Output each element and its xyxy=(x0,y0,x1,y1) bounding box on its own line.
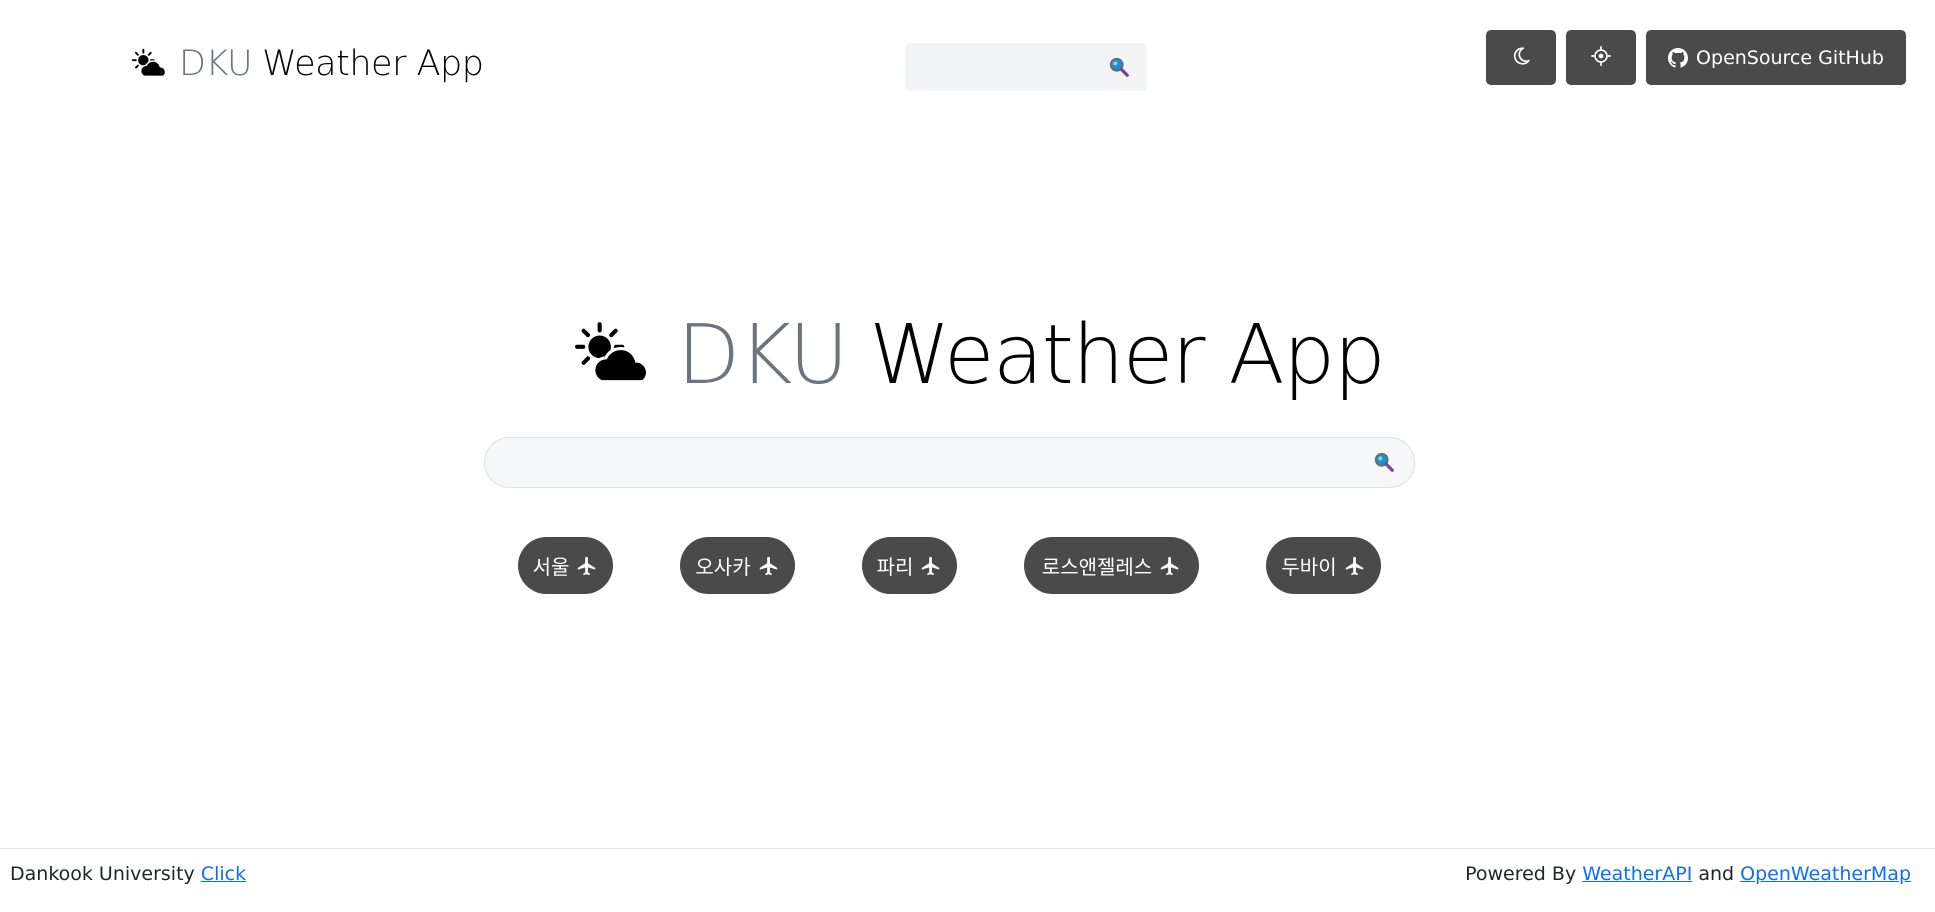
city-button-dubai[interactable]: 두바이 xyxy=(1266,537,1381,594)
hero-title-muted: DKU xyxy=(677,307,849,403)
github-button-label: OpenSource GitHub xyxy=(1696,46,1884,69)
city-label: 오사카 xyxy=(695,555,751,579)
footer-university-text: Dankook University xyxy=(10,863,195,885)
airplane-icon xyxy=(1159,555,1181,577)
footer: Dankook University Click Powered By Weat… xyxy=(0,848,1935,912)
github-button[interactable]: OpenSource GitHub xyxy=(1646,30,1906,85)
crosshair-icon xyxy=(1590,45,1612,71)
main-search-input[interactable] xyxy=(507,438,1351,489)
footer-click-link[interactable]: Click xyxy=(201,863,246,885)
current-location-button[interactable] xyxy=(1566,30,1636,85)
footer-right: Powered By WeatherAPI and OpenWeatherMap xyxy=(1465,863,1911,885)
city-button-los-angeles[interactable]: 로스앤젤레스 xyxy=(1024,537,1199,594)
magnifier-icon[interactable] xyxy=(1370,448,1398,476)
city-button-paris[interactable]: 파리 xyxy=(862,537,957,594)
city-label: 로스앤젤레스 xyxy=(1041,555,1153,579)
footer-left: Dankook University Click xyxy=(10,863,246,885)
github-icon xyxy=(1668,47,1689,68)
sun-behind-cloud-icon xyxy=(131,47,169,81)
moon-icon xyxy=(1510,45,1532,71)
hero-title-main: Weather App xyxy=(869,307,1386,403)
hero-title: DKU Weather App xyxy=(573,300,1386,410)
weather-app-page: DKU Weather App OpenSource GitHub DKU We… xyxy=(0,0,1935,912)
airplane-icon xyxy=(576,555,598,577)
header-search-input[interactable] xyxy=(917,43,1101,93)
city-label: 서울 xyxy=(532,555,570,579)
openweathermap-link[interactable]: OpenWeatherMap xyxy=(1740,863,1911,885)
city-button-seoul[interactable]: 서울 xyxy=(518,537,613,594)
footer-and-text: and xyxy=(1698,863,1735,885)
city-label: 파리 xyxy=(876,555,914,579)
weatherapi-link[interactable]: WeatherAPI xyxy=(1582,863,1692,885)
footer-powered-text: Powered By xyxy=(1465,863,1577,885)
magnifier-icon[interactable] xyxy=(1105,53,1133,81)
theme-toggle-button[interactable] xyxy=(1486,30,1556,85)
header-search-box xyxy=(905,43,1147,93)
header-brand[interactable]: DKU Weather App xyxy=(131,40,484,88)
main-search-box xyxy=(484,437,1415,489)
brand-main-text: Weather App xyxy=(262,44,484,84)
sun-behind-cloud-icon xyxy=(573,320,655,390)
airplane-icon xyxy=(758,555,780,577)
airplane-icon xyxy=(1344,555,1366,577)
city-button-osaka[interactable]: 오사카 xyxy=(680,537,795,594)
brand-muted-text: DKU xyxy=(179,44,253,84)
city-label: 두바이 xyxy=(1281,555,1337,579)
airplane-icon xyxy=(920,555,942,577)
